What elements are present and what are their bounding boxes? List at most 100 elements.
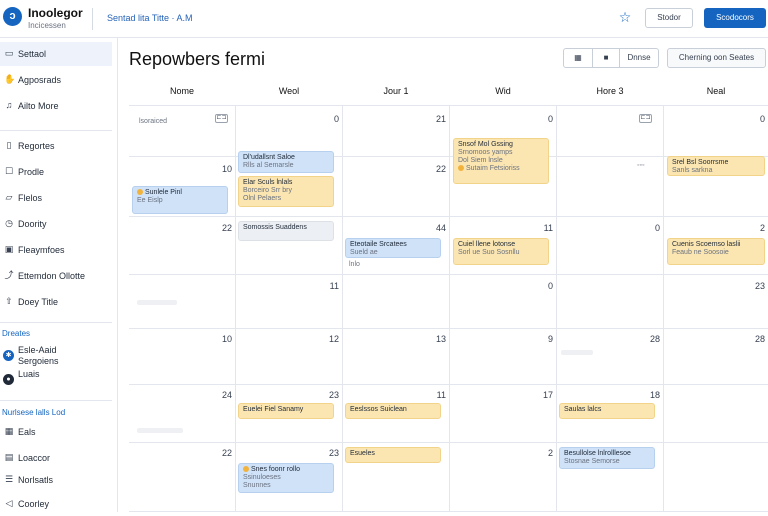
calendar-event[interactable]: Elar Sculs lnlals Borceiro Srr bry Olnl … [238,176,334,207]
bell-icon: ♫ [5,100,13,110]
day-number: 13 [435,334,446,344]
sidebar-item-profile[interactable]: ☐ Prodle [0,160,112,184]
breadcrumb[interactable]: Sentad lita Titte · A.M [107,13,193,23]
calendar-event[interactable]: Snsof Mol Gssing Srnomoos yamps Dol Siem… [453,138,549,184]
header-secondary-button[interactable]: Stodor [645,8,693,28]
day-number: 11 [329,281,339,291]
document-icon: ▯ [6,140,12,150]
building-icon: ▭ [4,48,14,58]
day-number: 9 [547,334,553,344]
day-header: Weol [278,86,300,96]
toolbar-button[interactable]: Dnnse [620,49,658,67]
event-subtitle: Sueld ae [350,249,378,256]
day-number: 10 [221,334,232,344]
day-header: Jour 1 [383,86,409,96]
calendar-event[interactable]: Eteotaile Srcatees Sueld ae [345,238,441,258]
event-detail: Dol Siem lnsle [458,157,503,164]
calendar-event[interactable]: Besullolse lnlrolllesoe Stosnae Semorse [559,447,655,469]
sidebar-item-label: Settaol [18,49,47,59]
sidebar-item-label: Luais [18,369,40,379]
sidebar-divider [0,130,112,131]
event-subtitle: Ee Eislp [137,197,163,204]
calendar-event[interactable]: Esueles [345,447,441,463]
event-subtitle: Sanls sarkna [672,167,713,174]
sidebar-item-approvals[interactable]: ✋ Agposrads [0,68,112,92]
sidebar-item-day-title[interactable]: ⇧ Doey Title [0,290,112,314]
calendar-event[interactable]: Eeslssos Suiclean [345,403,441,419]
placeholder-bar [137,428,183,433]
star-icon[interactable]: ☆ [617,9,633,25]
placeholder-bar [137,300,177,305]
sidebar-item-reports[interactable]: ▯ Regortes [0,134,112,158]
event-subtitle: Feaub ne Soosoie [672,249,729,256]
expand-icon[interactable]: ⊏⊐ [639,114,652,123]
grid-icon: ▦ [4,426,14,436]
send-icon: ◁ [5,498,13,508]
sidebar-item-locator[interactable]: ▤ Loaccor [0,446,112,470]
sidebar-item-users[interactable]: ● Luais [0,366,112,394]
calendar-event[interactable]: Cuiel llene lotonse Sorl ue Suo Sosnllu [453,238,549,265]
day-number: 23 [328,390,339,400]
sidebar-item-notifications[interactable]: ☰ Norlsatls [0,468,112,492]
brand-name: Inoolegor [28,6,83,20]
calendar-event[interactable]: Snes foonr rollo Ssinuloeses Snunnes [238,463,334,493]
calendar-event[interactable]: Saulas lalcs [559,403,655,419]
header-primary-button[interactable]: Scodocors [704,8,766,28]
sidebar-item-label: Prodle [18,167,45,177]
event-subtitle: Sorl ue Suo Sosnllu [458,249,520,256]
sidebar-item-label: Doey Title [18,297,59,307]
sidebar-item-employees[interactable]: ▣ Fleaymfoes [0,238,112,262]
sidebar-item-settings[interactable]: ▭ Settaol [0,42,112,66]
sidebar-item-courier[interactable]: ◁ Coorley [0,492,112,516]
sidebar-item-label: Ettemdon Ollotte [18,271,86,281]
calendar-event[interactable]: Srel Bsl Soorrsme Sanls sarkna [667,156,765,176]
grid-line [663,105,664,512]
more-indicator-icon[interactable]: ◦◦◦ [637,162,644,169]
grid-line [342,105,343,512]
event-title: Elar Sculs lnlals [243,179,293,186]
expand-icon[interactable]: ⊏⊐ [215,114,228,123]
clock-icon: ◷ [5,218,13,228]
day-number: 0 [547,281,553,291]
calendar-view-icon[interactable]: ▦ [564,49,592,67]
day-header: Hore 3 [596,86,624,96]
calendar-grid: Nome Weol Jour 1 Wid Hore 3 Neal lsoraic… [129,78,768,512]
event-title: Eteotaile Srcatees [350,241,407,248]
day-number: 0 [654,223,660,233]
day-header: Neal [706,86,726,96]
top-bar: ↄ Inoolegor Incicessen Sentad lita Titte… [0,0,768,38]
day-number: 2 [759,223,765,233]
sidebar: ▭ Settaol ✋ Agposrads ♫ Ailto More ▯ Reg… [0,38,118,512]
calendar-event[interactable]: Sunlele Pinl Ee Eislp [132,186,228,214]
day-number: 2 [547,448,553,458]
day-number: 23 [328,448,339,458]
calendar-event[interactable]: Cuenis Scoemso laslii Feaub ne Soosoie [667,238,765,265]
sidebar-item-label: Eals [18,427,36,437]
event-title: Dl'udallsnt Saloe [243,154,295,161]
sidebar-item-label: Loaccor [18,453,51,463]
cell-label: lsoraiced [139,118,168,125]
sidebar-item-activity[interactable]: ◷ Doority [0,212,112,236]
sidebar-item-more[interactable]: ♫ Ailto More [0,94,112,118]
sidebar-item-label: Coorley [18,499,50,509]
users-icon: ● [3,374,14,385]
toolbar-secondary-button[interactable]: Cherning oon Seates [667,48,766,68]
sun-icon [243,466,249,473]
sidebar-section-heading: Nurlsese lalls Lod [2,408,66,417]
calendar-event[interactable]: Euelei Fiel Sanamy [238,403,334,419]
event-title: Snes foonr rollo [251,466,301,473]
day-number: 18 [649,390,660,400]
calendar-event[interactable]: Dl'udallsnt Saloe Rlls al Semarsle [238,151,334,173]
sidebar-item-extensions[interactable]: ⤴ Ettemdon Ollotte [0,264,112,288]
event-title: Somossis Suaddens [243,224,307,231]
placeholder-bar [561,350,593,355]
sidebar-item-files[interactable]: ▱ Flelos [0,186,112,210]
lock-icon[interactable]: ■ [593,49,619,67]
user-icon: ☐ [4,166,14,176]
calendar-event[interactable]: Somossis Suaddens [238,221,334,241]
event-note: lnlo [349,261,360,268]
event-title: Srel Bsl Soorrsme [672,159,729,166]
event-subtitle: Borceiro Srr bry [243,187,293,194]
sidebar-item-eals[interactable]: ▦ Eals [0,420,112,444]
app-logo-icon[interactable]: ↄ [3,7,22,26]
